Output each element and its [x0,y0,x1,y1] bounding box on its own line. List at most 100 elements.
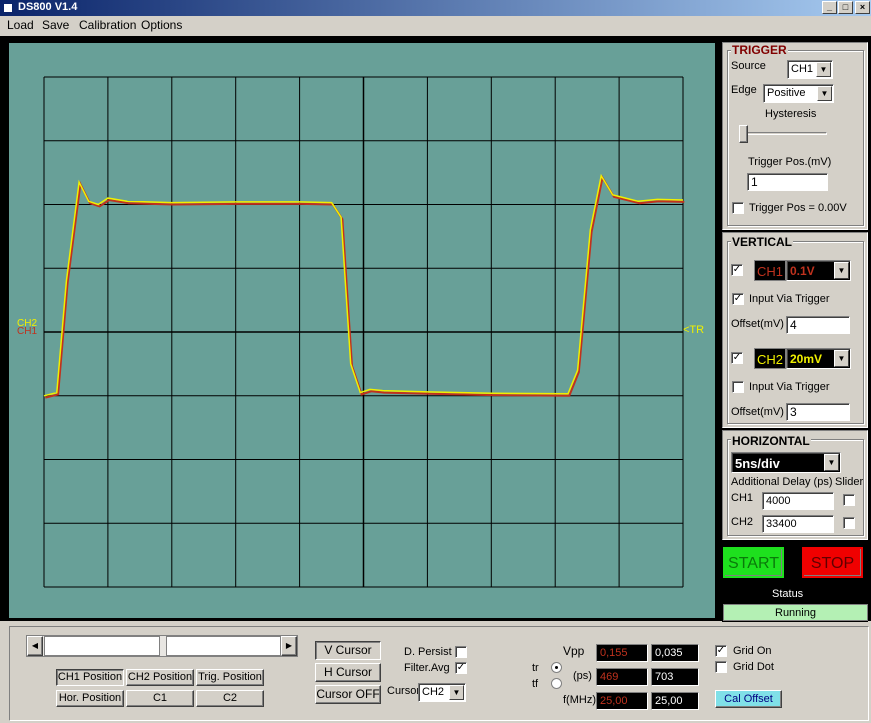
trigger-panel: TRIGGER Source CH1 ▼ Edge Positive ▼ Hys… [722,42,868,230]
check-icon: ✓ [733,293,743,304]
check-icon: ✓ [732,264,742,275]
tf-label: tf [532,678,539,690]
tr-radio[interactable] [551,662,562,673]
vertical-panel: VERTICAL ✓ CH1 0.1V ▼ ✓ Input Via Trigge… [722,232,868,428]
menu-calibration[interactable]: Calibration [79,18,136,32]
ch1-input-via-trigger-checkbox[interactable]: ✓ [732,293,744,305]
source-select[interactable]: CH1 ▼ [787,60,833,79]
fmhz-label: f(MHz) [563,694,596,706]
ch2-scale-select[interactable]: 20mV ▼ [786,348,851,369]
scroll-left-icon[interactable]: ◀ [27,636,43,656]
ch2-offset-input[interactable]: 3 [786,403,850,421]
hor-position-button[interactable]: Hor. Position [56,690,124,707]
scroll-thumb-2[interactable] [166,636,281,656]
horizontal-panel: HORIZONTAL 5ns/div ▼ Additional Delay (p… [722,430,868,540]
grid-on-label: Grid On [733,645,772,657]
ch1-slider-checkbox[interactable] [843,494,855,506]
timebase-select[interactable]: 5ns/div ▼ [731,452,841,473]
maximize-button[interactable]: □ [838,1,853,14]
scope-display[interactable]: CH2 CH1 <TR [9,43,715,618]
ch2-delay-input[interactable]: 33400 [762,515,834,533]
bottom-panel: ◀ ▶ CH1 Position CH2 Position Trig. Posi… [9,626,869,721]
chevron-down-icon: ▼ [834,350,849,367]
horizontal-title: HORIZONTAL [731,434,811,448]
tf-radio[interactable] [551,678,562,689]
hysteresis-track [743,132,827,135]
v-cursor-button[interactable]: V Cursor [315,641,381,660]
menu-load[interactable]: Load [7,18,34,32]
ch2-slider-checkbox[interactable] [843,517,855,529]
start-button[interactable]: START [723,547,784,578]
cal-offset-button[interactable]: Cal Offset [715,690,782,708]
chevron-down-icon: ▼ [449,685,464,700]
menu-save[interactable]: Save [42,18,69,32]
window-title: DS800 V1.4 [18,1,78,13]
check-icon: ✓ [716,645,726,656]
check-icon: ✓ [456,662,466,673]
chevron-down-icon: ▼ [824,454,839,471]
ch1-input-via-trigger-label: Input Via Trigger [749,293,830,305]
cursor-label: Cursor [387,685,421,697]
ch1-trace [45,174,685,399]
slider-label: Slider [835,476,864,488]
ch1-position-button[interactable]: CH1 Position [56,669,124,686]
trigger-pos-input[interactable]: 1 [747,173,828,191]
minimize-button[interactable]: _ [822,1,837,14]
ch1-offset-input[interactable]: 4 [786,316,850,334]
tr-label: tr [532,662,539,674]
ch2-enable-checkbox[interactable]: ✓ [731,352,743,364]
ch1-scale-select[interactable]: 0.1V ▼ [786,260,851,281]
d-persist-label: D. Persist [404,646,452,658]
app-icon [3,3,13,13]
title-bar: DS800 V1.4 _ □ × [0,0,871,16]
h-ch1-label: CH1 [731,492,754,504]
cursor-off-button[interactable]: Cursor OFF [315,685,381,704]
scroll-right-icon[interactable]: ▶ [281,636,297,656]
scroll-thumb-1[interactable] [44,636,160,656]
c2-button[interactable]: C2 [196,690,264,707]
ch1-marker: CH1 [17,326,37,337]
chevron-down-icon: ▼ [817,86,832,101]
trig-position-button[interactable]: Trig. Position [196,669,264,686]
ch2-input-via-trigger-checkbox[interactable] [732,381,744,393]
menu-options[interactable]: Options [141,18,182,32]
chevron-down-icon: ▼ [834,262,849,279]
status-label: Status [772,588,804,600]
trigger-zero-checkbox[interactable] [732,202,744,214]
grid-dot-label: Grid Dot [733,661,774,673]
f-ch2-value: 25,00 [651,692,699,710]
trigger-pos-label: Trigger Pos.(mV) [748,156,832,168]
menu-bar: Load Save Calibration Options [0,16,871,34]
ch1-delay-input[interactable]: 4000 [762,492,834,510]
ch1-enable-checkbox[interactable]: ✓ [731,264,743,276]
ch2-position-button[interactable]: CH2 Position [126,669,194,686]
edge-label: Edge [731,84,757,96]
horizontal-scrollbar[interactable]: ◀ ▶ [26,635,298,657]
h-cursor-button[interactable]: H Cursor [315,663,381,682]
edge-select[interactable]: Positive ▼ [763,84,834,103]
ps-ch2-value: 703 [651,668,699,686]
close-button[interactable]: × [855,1,870,14]
ch2-label: CH2 [754,348,786,369]
hysteresis-slider[interactable] [739,125,748,143]
ch2-input-via-trigger-label: Input Via Trigger [749,381,830,393]
scope-screen: CH2 CH1 <TR [17,76,704,588]
ps-ch1-value: 469 [596,668,648,686]
delay-label: Additional Delay (ps) [731,476,833,488]
grid-dot-checkbox[interactable] [715,661,727,673]
ch1-offset-label: Offset(mV) [731,318,784,330]
source-label: Source [731,60,766,72]
trigger-marker: <TR [683,324,704,336]
vertical-title: VERTICAL [731,235,793,249]
cursor-select[interactable]: CH2 ▼ [418,683,466,702]
vpp-ch1-value: 0,155 [596,644,648,662]
ch1-label: CH1 [754,260,786,281]
filter-avg-checkbox[interactable]: ✓ [455,662,467,674]
ch2-offset-label: Offset(mV) [731,406,784,418]
d-persist-checkbox[interactable] [455,646,467,658]
grid-on-checkbox[interactable]: ✓ [715,645,727,657]
chevron-down-icon: ▼ [816,62,831,77]
stop-button[interactable]: STOP [802,547,863,578]
c1-button[interactable]: C1 [126,690,194,707]
h-ch2-label: CH2 [731,516,754,528]
